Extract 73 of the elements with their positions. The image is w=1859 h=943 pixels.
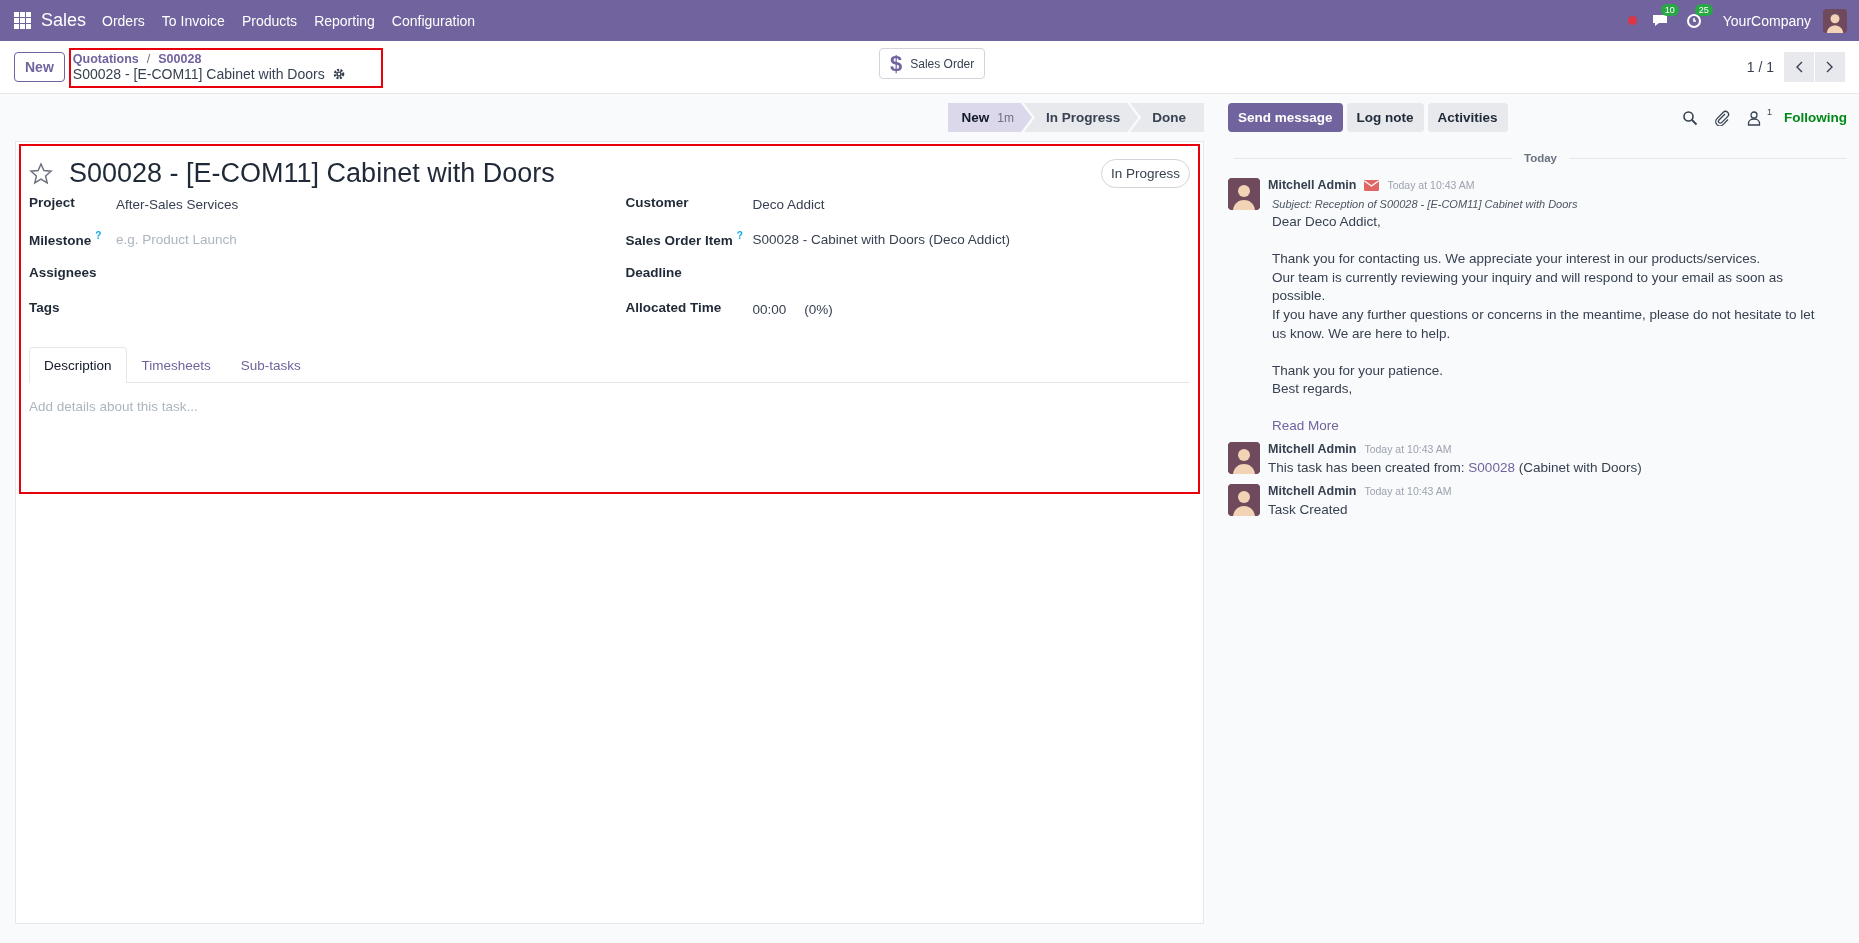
chatter-button[interactable]: Send message (1228, 103, 1343, 132)
avatar-icon (1228, 178, 1260, 210)
task-title[interactable]: S00028 - [E-COM11] Cabinet with Doors (69, 158, 1101, 189)
chatter-button[interactable]: Log note (1346, 103, 1424, 132)
message-author[interactable]: Mitchell Admin (1268, 178, 1357, 192)
breadcrumb-separator: / (146, 52, 151, 66)
field-label: Assignees (29, 265, 98, 280)
sales-order-button[interactable]: $ Sales Order (879, 48, 986, 79)
count-badge: 25 (1694, 3, 1713, 16)
followers-count[interactable]: 1 (1767, 107, 1772, 117)
message-text: Best regards, (1272, 380, 1354, 399)
pager-value[interactable]: 1 / 1 (1746, 59, 1774, 75)
chevron-right-icon (1826, 61, 1834, 73)
company-name[interactable]: YourCompany (1722, 12, 1811, 29)
paperclip-icon[interactable] (1714, 109, 1730, 126)
count-badge: 10 (1660, 3, 1679, 16)
record-title: S00028 - [E-COM11] Cabinet with Doors (72, 66, 325, 82)
field-value[interactable]: Deco Addict (752, 195, 825, 212)
following-button[interactable]: Following (1784, 110, 1847, 125)
message-author[interactable]: Mitchell Admin (1268, 483, 1357, 498)
menu-item[interactable]: Products (241, 12, 298, 29)
menu-item[interactable]: Configuration (391, 12, 476, 29)
message-text: Thank you for contacting us. We appreciate your interest in our products/services. (1272, 250, 1762, 269)
menu-item[interactable]: Reporting (314, 12, 375, 29)
message-subject: Subject: Reception of S00028 - [E-COM11] Cabinet with Doors (1272, 198, 1579, 210)
field-label: Milestone $^{?}$ (29, 230, 103, 248)
notebook-tab[interactable]: Sub-tasks (225, 347, 316, 383)
message-time: Today at 10:43 AM (1387, 179, 1475, 191)
field-label: Allocated Time (625, 300, 723, 315)
message-text: Task Created (1268, 501, 1349, 517)
field-value[interactable]: After-Sales Services (116, 195, 239, 212)
gear-icon[interactable] (332, 68, 345, 80)
envelope-icon (1364, 179, 1380, 191)
message-text: Our team is currently reviewing your inquiry and will respond to your email as soon as possible. (1272, 268, 1784, 306)
chatter-button[interactable]: Activities (1427, 103, 1508, 132)
status-stage[interactable]: New 1m (947, 103, 1032, 132)
date-separator: Today (1524, 152, 1557, 164)
status-dot (1627, 16, 1637, 25)
field-label: Sales Order Item $^{?}$ (625, 230, 744, 248)
message-time: Today at 10:43 AM (1364, 442, 1452, 455)
apps-grid-icon[interactable] (14, 12, 31, 29)
avatar-icon (1823, 8, 1847, 33)
breadcrumb-link[interactable]: Quotations (72, 52, 139, 66)
menu-item[interactable]: To Invoice (161, 12, 225, 29)
field-label: Tags (29, 300, 61, 315)
field-label: Project (29, 195, 76, 210)
star-icon[interactable] (29, 161, 53, 186)
user-icon[interactable] (1746, 109, 1762, 126)
message-text: If you have any further questions or concerns in the meantime, please do not hesitate to let us know. We are here to help. (1272, 305, 1816, 343)
new-button[interactable]: New (14, 52, 65, 82)
message-text: Dear Deco Addict, (1272, 213, 1382, 231)
notebook-tab[interactable]: Timesheets (126, 347, 226, 383)
field-value: (0%) (804, 301, 833, 317)
search-icon[interactable] (1682, 109, 1698, 126)
field-value[interactable]: 00:00 (752, 300, 787, 317)
read-more-link[interactable]: Read More (1272, 417, 1847, 433)
message-text: Thank you for your patience. (1272, 361, 1445, 380)
message-author[interactable]: Mitchell Admin (1268, 441, 1357, 456)
field-label: Deadline (625, 265, 683, 280)
notebook-tab[interactable]: Description (29, 347, 127, 383)
record-link[interactable]: S00028 (1468, 459, 1515, 475)
menu-item[interactable]: Orders (102, 12, 145, 29)
status-stage[interactable]: In Progress (1023, 103, 1139, 132)
message-text: This task has been created from: S00028 (Cabinet with Doors) (1268, 459, 1643, 475)
field-label: Customer (625, 195, 690, 210)
chevron-left-icon (1795, 61, 1803, 73)
field-value[interactable]: S00028 - Cabinet with Doors (Deco Addict) (752, 230, 1010, 247)
message-time: Today at 10:43 AM (1364, 484, 1452, 497)
avatar-icon (1228, 441, 1260, 474)
avatar-icon (1228, 483, 1260, 516)
app-name[interactable]: Sales (41, 10, 87, 31)
breadcrumb-link[interactable]: S00028 (158, 52, 202, 66)
status-stage[interactable]: Done (1130, 103, 1204, 132)
